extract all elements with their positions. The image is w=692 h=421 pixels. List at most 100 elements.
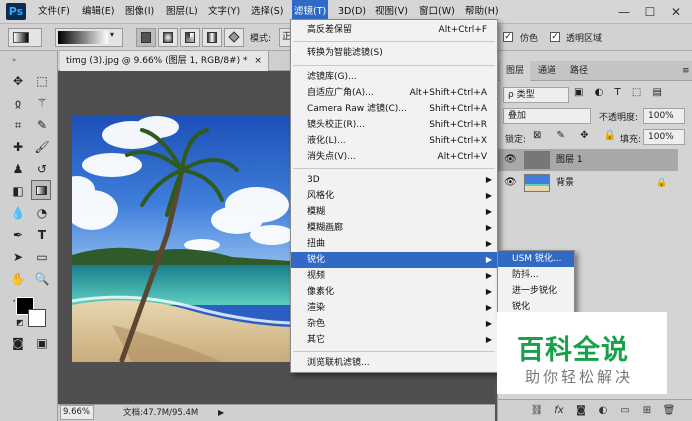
menu-item-distort[interactable]: 扭曲 ▶ — [291, 236, 497, 252]
menu-item-lens-correction[interactable]: 镜头校正(R)... Shift+Ctrl+R — [291, 117, 497, 133]
menu-item-high-pass[interactable]: 高反差保留 Alt+Ctrl+F — [291, 22, 497, 38]
panel-menu-icon[interactable]: ≡ — [676, 61, 692, 81]
menu-item-blur[interactable]: 模糊 ▶ — [291, 204, 497, 220]
submenu-item-unsharp-mask[interactable]: USM 锐化... — [498, 251, 574, 267]
fx-icon[interactable]: fx — [552, 404, 566, 418]
screen-mode-icon[interactable]: ▣ — [32, 333, 52, 353]
layer-filter-select[interactable]: ρ 类型 — [503, 87, 569, 103]
menu-item-filter-gallery[interactable]: 滤镜库(G)... — [291, 69, 497, 85]
brush-tool-icon[interactable]: 🖌 — [32, 137, 52, 157]
menu-layer[interactable]: 图层(L) — [166, 0, 198, 24]
lasso-tool-icon[interactable]: ჲ — [8, 93, 28, 113]
menu-divider — [293, 41, 495, 42]
tab-layers[interactable]: 图层 — [500, 61, 531, 81]
menu-item-convert-smart-filter[interactable]: 转换为智能滤镜(S) — [291, 45, 497, 61]
panel-collapse-icon[interactable]: » — [12, 56, 16, 64]
menu-item-sharpen[interactable]: 锐化 ▶ — [291, 252, 497, 268]
watermark-subtitle: 助你轻松解决 — [525, 368, 634, 386]
submenu-item-shake-reduction[interactable]: 防抖... — [498, 267, 574, 283]
type-tool-icon[interactable]: T — [32, 225, 52, 245]
gradient-picker[interactable]: ▾ — [55, 28, 123, 47]
gradient-tool-icon[interactable] — [31, 180, 51, 200]
pen-tool-icon[interactable]: ✒ — [8, 225, 28, 245]
link-icon[interactable]: ⛓ — [530, 404, 544, 418]
eye-icon[interactable]: 👁 — [504, 154, 517, 165]
menu-item-pixelate[interactable]: 像素化 ▶ — [291, 284, 497, 300]
marquee-tool-icon[interactable]: ⬚ — [32, 71, 52, 91]
layer-thumbnail — [524, 151, 550, 169]
layer-row[interactable]: 👁 图层 1 — [498, 149, 678, 171]
blend-mode-select[interactable]: 叠加 — [503, 108, 591, 124]
angle-gradient-button[interactable] — [180, 28, 200, 47]
menu-image[interactable]: 图像(I) — [125, 0, 154, 24]
status-menu-arrow-icon[interactable]: ▶ — [218, 405, 224, 421]
dodge-tool-icon[interactable]: ◔ — [32, 203, 52, 223]
submenu-item-sharpen-more[interactable]: 进一步锐化 — [498, 283, 574, 299]
tab-channels[interactable]: 通道 — [532, 61, 562, 81]
menu-edit[interactable]: 编辑(E) — [82, 0, 114, 24]
lock-icons[interactable]: ⊠ ✎ ✥ 🔒 — [533, 130, 622, 141]
path-selection-tool-icon[interactable]: ➤ — [8, 247, 28, 267]
minimize-button[interactable]: — — [614, 0, 634, 24]
blur-tool-icon[interactable]: 💧 — [8, 203, 28, 223]
opacity-field[interactable]: 100% — [643, 108, 685, 124]
default-colors-icon[interactable]: ◩ — [16, 318, 24, 327]
menu-item-video[interactable]: 视频 ▶ — [291, 268, 497, 284]
reflected-gradient-button[interactable] — [202, 28, 222, 47]
reverse-checkbox[interactable]: ✓ — [503, 32, 513, 42]
menu-item-render[interactable]: 渲染 ▶ — [291, 300, 497, 316]
watermark: 百科全说 助你轻松解决 — [497, 312, 667, 394]
menu-type[interactable]: 文字(Y) — [208, 0, 240, 24]
crop-tool-icon[interactable]: ⌗ — [8, 115, 28, 135]
clone-stamp-tool-icon[interactable]: ♟ — [8, 159, 28, 179]
menu-item-other[interactable]: 其它 ▶ — [291, 332, 497, 348]
zoom-field[interactable]: 9.66% — [60, 405, 94, 420]
maximize-button[interactable]: ☐ — [640, 0, 660, 24]
quick-mask-icon[interactable]: ◙ — [8, 333, 28, 353]
gradient-tool-icon — [13, 32, 29, 43]
document-size-text[interactable]: 文档:47.7M/95.4M — [123, 405, 198, 421]
eraser-tool-icon[interactable]: ◧ — [8, 181, 28, 201]
layer-filter-icons[interactable]: ▣ ◐ T ⬚ ▤ — [574, 87, 666, 98]
mask-icon[interactable]: ◙ — [574, 404, 588, 418]
eyedropper-tool-icon[interactable]: ✎ — [32, 115, 52, 135]
close-tab-icon[interactable]: × — [254, 56, 262, 66]
menu-item-adaptive-wide-angle[interactable]: 自适应广角(A)... Alt+Shift+Ctrl+A — [291, 85, 497, 101]
menu-item-noise[interactable]: 杂色 ▶ — [291, 316, 497, 332]
linear-gradient-button[interactable] — [136, 28, 156, 47]
document-tab[interactable]: timg (3).jpg @ 9.66% (图层 1, RGB/8#) * × — [60, 51, 269, 71]
layer-name[interactable]: 图层 1 — [556, 149, 583, 171]
trash-icon[interactable]: 🗑 — [662, 404, 676, 418]
shape-tool-icon[interactable]: ▭ — [32, 247, 52, 267]
radial-gradient-button[interactable] — [158, 28, 178, 47]
background-color-swatch[interactable] — [28, 309, 46, 327]
menu-item-vanishing-point[interactable]: 消失点(V)... Alt+Ctrl+V — [291, 149, 497, 165]
new-layer-icon[interactable]: ⊞ — [640, 404, 654, 418]
fill-field[interactable]: 100% — [643, 129, 685, 145]
tab-paths[interactable]: 路径 — [564, 61, 594, 81]
menu-item-blur-gallery[interactable]: 模糊画廊 ▶ — [291, 220, 497, 236]
diamond-gradient-button[interactable] — [224, 28, 244, 47]
move-tool-icon[interactable]: ✥ — [8, 71, 28, 91]
zoom-tool-icon[interactable]: 🔍 — [32, 269, 52, 289]
layer-name[interactable]: 背景 — [556, 172, 574, 194]
eye-icon[interactable]: 👁 — [504, 177, 517, 188]
healing-brush-tool-icon[interactable]: ✚ — [8, 137, 28, 157]
menu-file[interactable]: 文件(F) — [38, 0, 70, 24]
menu-select[interactable]: 选择(S) — [251, 0, 283, 24]
beach-photo[interactable] — [72, 115, 290, 362]
menu-item-camera-raw[interactable]: Camera Raw 滤镜(C)... Shift+Ctrl+A — [291, 101, 497, 117]
menu-item-browse-online-filters[interactable]: 浏览联机滤镜... — [291, 355, 497, 371]
transparency-checkbox[interactable]: ✓ — [550, 32, 560, 42]
hand-tool-icon[interactable]: ✋ — [8, 269, 28, 289]
menu-item-stylize[interactable]: 风格化 ▶ — [291, 188, 497, 204]
close-button[interactable]: ✕ — [666, 0, 686, 24]
folder-icon[interactable]: ▭ — [618, 404, 632, 418]
tool-preset-picker[interactable] — [8, 28, 42, 47]
menu-item-3d[interactable]: 3D ▶ — [291, 172, 497, 188]
layer-row[interactable]: 👁 背景 🔒 — [498, 172, 678, 194]
adjustment-icon[interactable]: ◐ — [596, 404, 610, 418]
magic-wand-tool-icon[interactable]: ⚚ — [32, 93, 52, 113]
menu-item-liquify[interactable]: 液化(L)... Shift+Ctrl+X — [291, 133, 497, 149]
history-brush-tool-icon[interactable]: ↺ — [32, 159, 52, 179]
